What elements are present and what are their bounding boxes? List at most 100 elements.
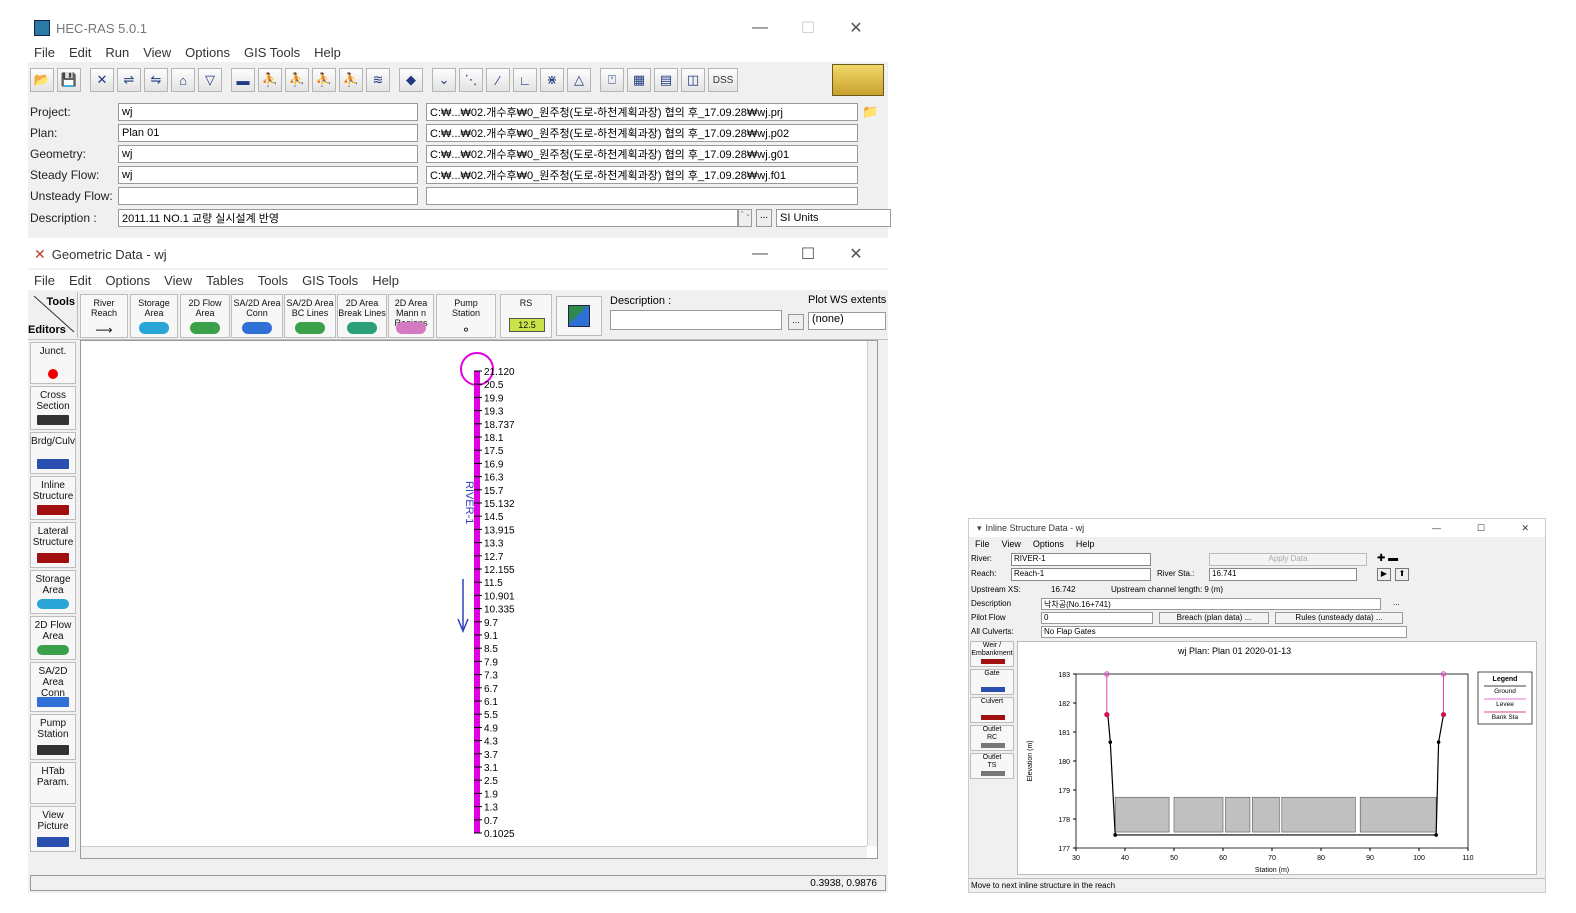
menu-options[interactable]: Options: [105, 273, 150, 288]
maximize-icon[interactable]: ☐: [1477, 523, 1485, 534]
field-value-project[interactable]: wj: [118, 103, 418, 121]
unsteady-flow-button[interactable]: ⇋: [144, 68, 168, 92]
menu-tables[interactable]: Tables: [206, 273, 244, 288]
menu-file[interactable]: File: [34, 45, 55, 60]
detailed-output-button[interactable]: ▦: [627, 68, 651, 92]
description-field[interactable]: 2011.11 NO.1 교량 실시설계 반영: [118, 209, 738, 227]
water-quality-button[interactable]: ▬: [231, 68, 255, 92]
inline-tool-weir-embankment[interactable]: Weir / Embankment: [970, 641, 1014, 667]
unsteady-run-button[interactable]: ⛹: [285, 68, 309, 92]
menu-options[interactable]: Options: [1033, 539, 1064, 549]
rules-button[interactable]: Rules (unsteady data) ...: [1275, 612, 1403, 624]
inline-tool-gate[interactable]: Gate: [970, 669, 1014, 695]
field-value-unsteady-flow[interactable]: [118, 187, 418, 205]
hydraulic-property-button[interactable]: △: [567, 68, 591, 92]
storage-area-tool-button[interactable]: Storage Area: [130, 294, 178, 338]
description-more-button[interactable]: ...: [756, 209, 772, 227]
brdg-culv-editor-button[interactable]: Brdg/Culv: [30, 432, 76, 474]
menu-tools[interactable]: Tools: [258, 273, 288, 288]
inline-tool-outlet-rc[interactable]: Outlet RC: [970, 725, 1014, 751]
maximize-icon[interactable]: ☐: [784, 18, 832, 38]
river-reach-tool-button[interactable]: River Reach ⟶: [80, 294, 128, 338]
horizontal-scrollbar[interactable]: [81, 846, 867, 858]
pilot-flow-field[interactable]: 0: [1041, 612, 1153, 624]
all-culverts-select[interactable]: No Flap Gates: [1041, 626, 1407, 638]
steady-run-button[interactable]: ⛹: [258, 68, 282, 92]
storage-area-editor-button[interactable]: Storage Area: [30, 570, 76, 614]
add-structure-icon[interactable]: ✚ ▬: [1377, 553, 1398, 564]
stage-hydrograph-button[interactable]: ⋇: [540, 68, 564, 92]
rs-tool-button[interactable]: RS 12.5: [500, 294, 552, 338]
dss-button[interactable]: DSS: [708, 68, 738, 92]
2d-break-lines-tool-button[interactable]: 2D Area Break Lines: [337, 294, 387, 338]
menu-edit[interactable]: Edit: [69, 273, 91, 288]
inline-tool-culvert[interactable]: Culvert: [970, 697, 1014, 723]
apply-data-button[interactable]: Apply Data: [1209, 553, 1367, 566]
sediment-button[interactable]: ▽: [198, 68, 222, 92]
river-select[interactable]: RIVER-1: [1011, 553, 1151, 566]
minimize-icon[interactable]: —: [736, 19, 784, 37]
cross-section-plot-button[interactable]: ⌄: [432, 68, 456, 92]
next-structure-button[interactable]: ▶: [1377, 568, 1391, 581]
plot-ws-select[interactable]: (none): [808, 312, 886, 330]
menu-gis-tools[interactable]: GIS Tools: [302, 273, 358, 288]
cross-section-editor-button[interactable]: Cross Section: [30, 386, 76, 430]
maximize-icon[interactable]: ☐: [784, 244, 832, 264]
sa-2d-bc-lines-tool-button[interactable]: SA/2D Area BC Lines: [284, 294, 336, 338]
river-sta-select[interactable]: 16.741: [1209, 568, 1357, 581]
field-value-plan[interactable]: Plan 01: [118, 124, 418, 142]
map-layers-button[interactable]: [556, 296, 602, 336]
summary-table-button[interactable]: ▤: [654, 68, 678, 92]
menu-view[interactable]: View: [143, 45, 171, 60]
inline-description-field[interactable]: 낙차공(No.16+741): [1041, 598, 1381, 610]
hydraulic-design-button[interactable]: ≋: [366, 68, 390, 92]
ras-mapper-button[interactable]: ◆: [399, 68, 423, 92]
menu-gis-tools[interactable]: GIS Tools: [244, 45, 300, 60]
save-project-button[interactable]: 💾: [57, 68, 81, 92]
close-icon[interactable]: ✕: [832, 244, 880, 264]
minimize-icon[interactable]: —: [736, 245, 784, 263]
menu-edit[interactable]: Edit: [69, 45, 91, 60]
field-value-steady-flow[interactable]: wj: [118, 166, 418, 184]
field-value-geometry[interactable]: wj: [118, 145, 418, 163]
geometry-canvas[interactable]: 21.120 20.5 19.9 19.3 18.737 18.1 17.5 16.9 16.3…: [80, 340, 878, 859]
profile-plot-button[interactable]: ⋱: [459, 68, 483, 92]
open-project-button[interactable]: 📂: [30, 68, 54, 92]
xyz-plot-button[interactable]: ∟: [513, 68, 537, 92]
2d-flow-area-tool-button[interactable]: 2D Flow Area: [180, 294, 230, 338]
pump-station-tool-button[interactable]: Pump Station ⚬: [436, 294, 496, 338]
htab-button[interactable]: ⍞: [600, 68, 624, 92]
prev-structure-button[interactable]: ⬆: [1395, 568, 1409, 581]
wq-run-button[interactable]: ⛹: [339, 68, 363, 92]
geometry-button[interactable]: ✕: [90, 68, 114, 92]
menu-view[interactable]: View: [164, 273, 192, 288]
vertical-scrollbar[interactable]: [867, 341, 877, 846]
summary-errors-button[interactable]: ◫: [681, 68, 705, 92]
description-scroll[interactable]: ⌃⌄: [738, 209, 752, 227]
inline-tool-outlet-ts[interactable]: Outlet TS: [970, 753, 1014, 779]
lateral-structure-editor-button[interactable]: Lateral Structure: [30, 522, 76, 568]
sa-2d-conn-tool-button[interactable]: SA/2D Area Conn: [231, 294, 283, 338]
inline-description-more[interactable]: ...: [1393, 598, 1400, 607]
steady-flow-button[interactable]: ⇌: [117, 68, 141, 92]
breach-button[interactable]: Breach (plan data) ...: [1159, 612, 1269, 624]
2d-flow-area-editor-button[interactable]: 2D Flow Area: [30, 616, 76, 660]
close-icon[interactable]: ✕: [832, 18, 880, 38]
inline-structure-editor-button[interactable]: Inline Structure: [30, 476, 76, 520]
menu-run[interactable]: Run: [105, 45, 129, 60]
folder-icon[interactable]: 📁: [862, 104, 878, 120]
menu-options[interactable]: Options: [185, 45, 230, 60]
2d-mann-regions-tool-button[interactable]: 2D Area Mann n Regions: [388, 294, 434, 338]
menu-file[interactable]: File: [975, 539, 990, 549]
geo-description-field[interactable]: [610, 310, 782, 330]
menu-help[interactable]: Help: [372, 273, 399, 288]
view-picture-editor-button[interactable]: View Picture: [30, 806, 76, 852]
sediment-run-button[interactable]: ⛹: [312, 68, 336, 92]
menu-help[interactable]: Help: [1076, 539, 1095, 549]
junct-editor-button[interactable]: Junct.: [30, 342, 76, 384]
geo-description-more-button[interactable]: ...: [788, 314, 804, 330]
menu-help[interactable]: Help: [314, 45, 341, 60]
minimize-icon[interactable]: —: [1432, 523, 1441, 533]
htab-param-editor-button[interactable]: HTab Param.: [30, 762, 76, 804]
pump-station-editor-button[interactable]: Pump Station: [30, 714, 76, 760]
